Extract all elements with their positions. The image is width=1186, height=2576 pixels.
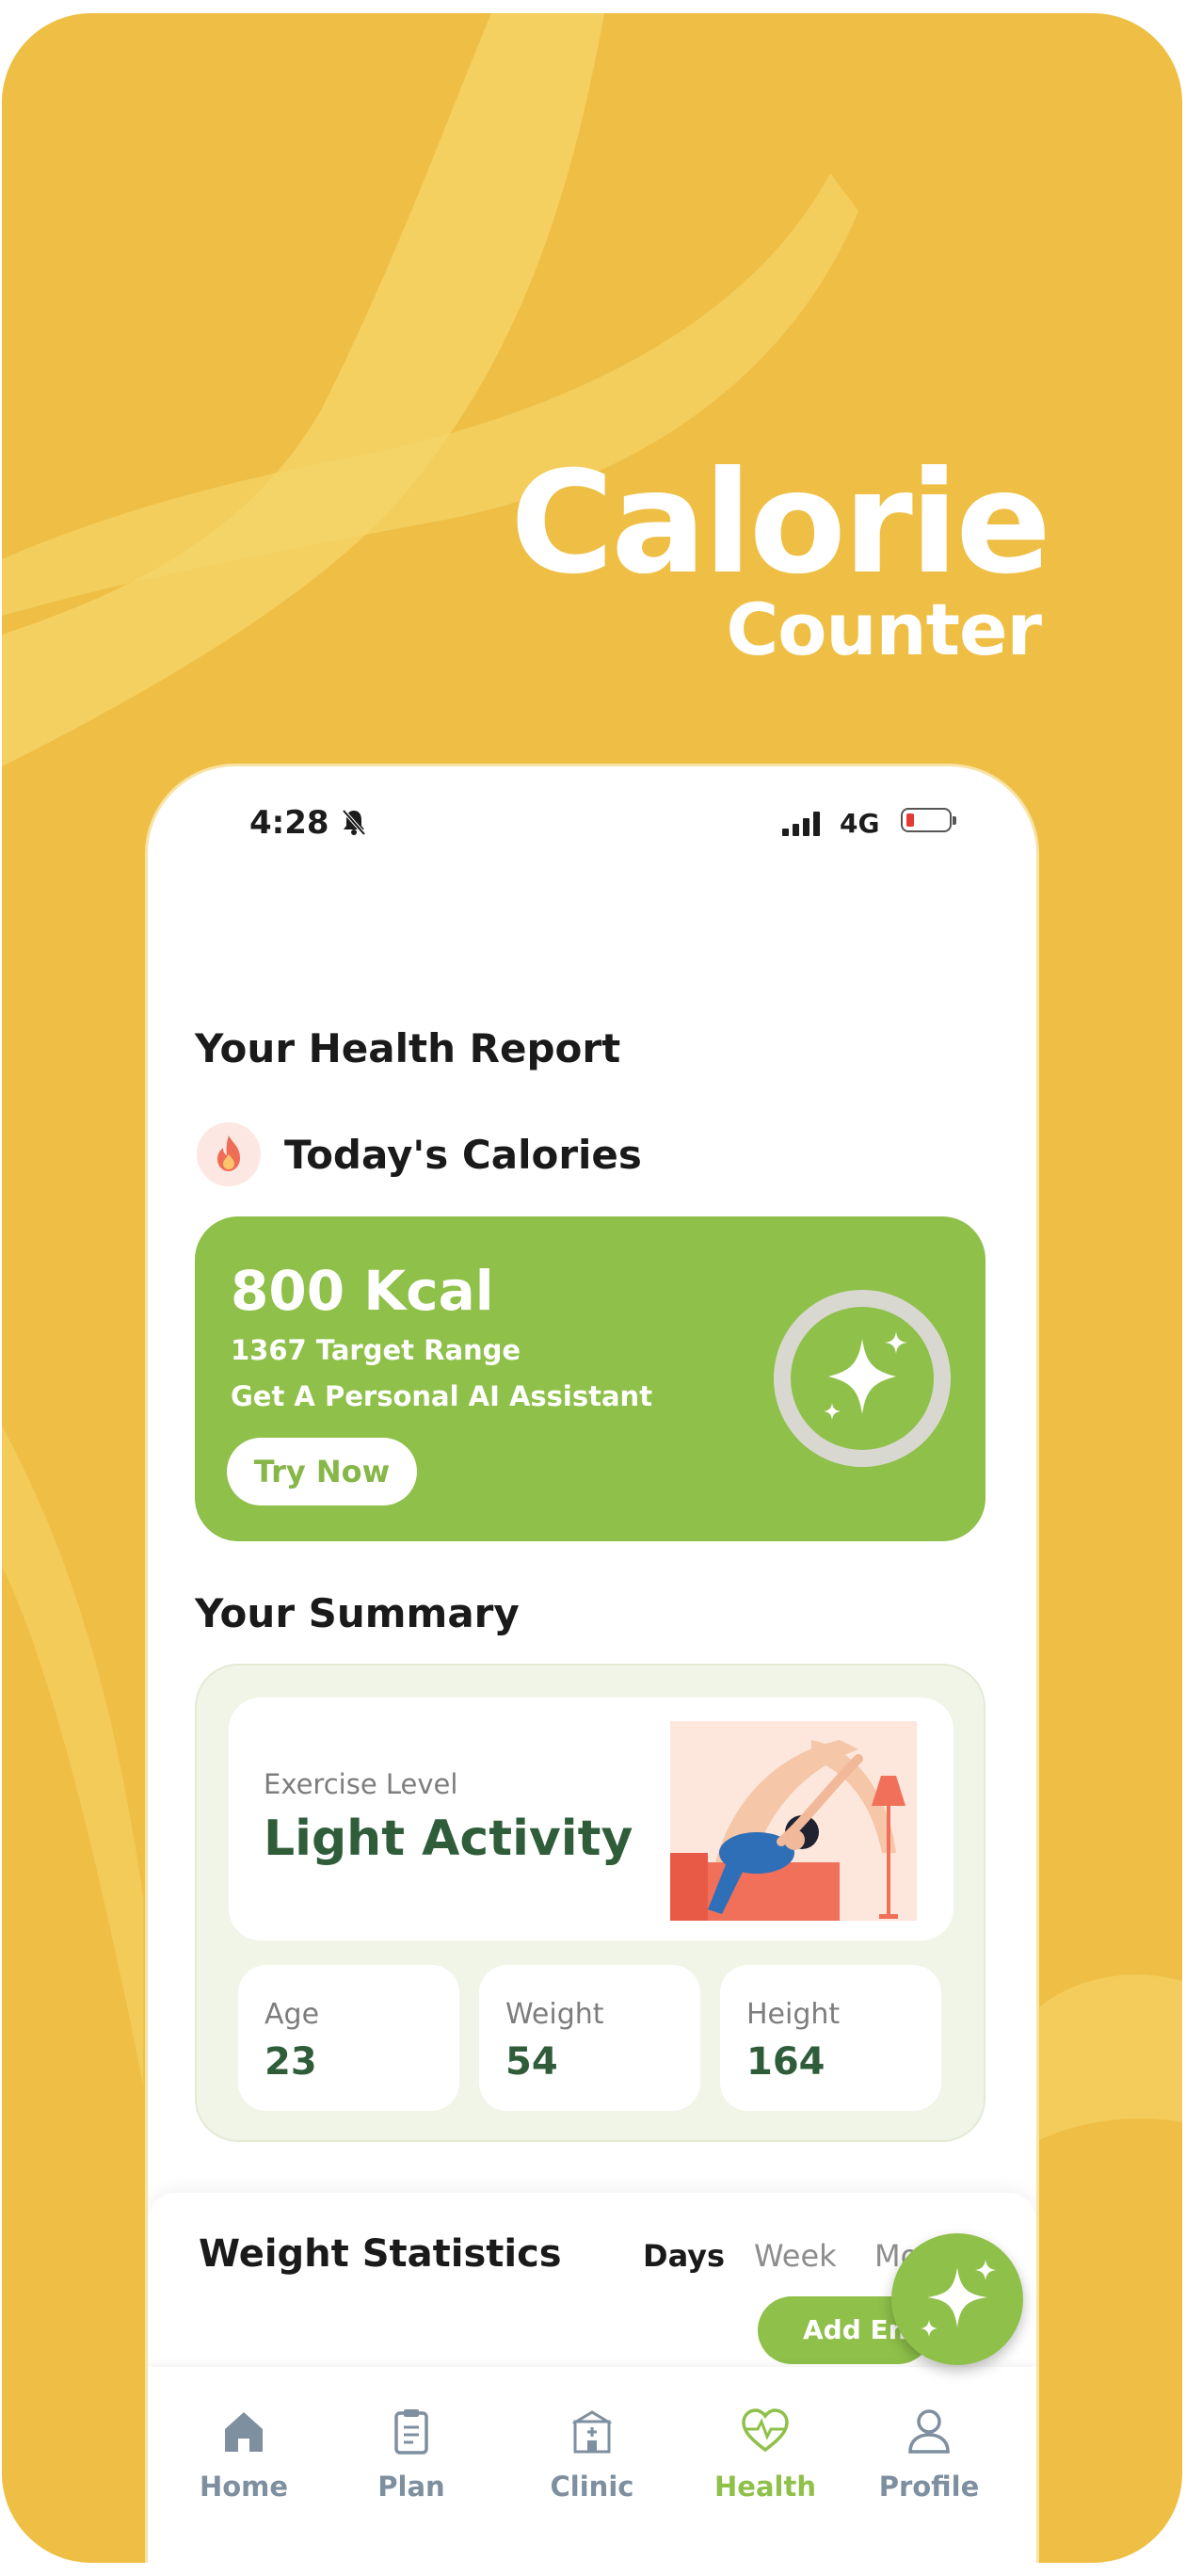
ai-sparkle-icon[interactable] (774, 1290, 951, 1467)
tab-week[interactable]: Week (754, 2238, 837, 2274)
tab-days[interactable]: Days (643, 2238, 725, 2274)
clinic-icon (572, 2410, 612, 2454)
health-report-heading: Your Health Report (195, 1025, 621, 1071)
battery-icon (901, 808, 956, 832)
try-now-button[interactable]: Try Now (227, 1438, 417, 1505)
exercise-level-card: Exercise Level Light Activity (229, 1698, 954, 1940)
heart-pulse-icon (742, 2408, 789, 2453)
weight-statistics-title: Weight Statistics (199, 2232, 562, 2276)
assistant-promo: Get A Personal AI Assistant (231, 1380, 653, 1412)
signal-icon (782, 812, 825, 836)
network-label: 4G (840, 808, 880, 839)
clipboard-icon (394, 2409, 428, 2455)
height-label: Height (746, 1998, 841, 2031)
fire-icon (197, 1122, 261, 1186)
summary-card: Exercise Level Light Activity Age 23 Wei… (195, 1664, 986, 2142)
nav-clinic-label: Clinic (550, 2471, 634, 2503)
nav-profile-label: Profile (878, 2471, 980, 2503)
weight-label: Weight (505, 1998, 604, 2031)
summary-heading: Your Summary (195, 1590, 520, 1636)
status-time: 4:28 (249, 804, 329, 842)
exercise-level-label: Exercise Level (264, 1768, 458, 1800)
target-range: 1367 Target Range (231, 1334, 521, 1366)
kcal-value: 800 Kcal (231, 1259, 494, 1323)
ai-fab-button[interactable] (891, 2233, 1023, 2365)
promo-title: Calorie (510, 442, 1051, 605)
phone-screen: 4:28 4G Your Health Report Today's Calor… (145, 764, 1039, 2563)
weight-value: 54 (505, 2040, 558, 2084)
nav-profile[interactable]: Profile (854, 2405, 1004, 2503)
bottom-nav: Home Plan Clinic Health Profile (148, 2367, 1036, 2563)
bell-muted-icon (341, 808, 367, 844)
promo-subtitle: Counter (726, 588, 1042, 671)
calories-card: 800 Kcal 1367 Target Range Get A Persona… (195, 1216, 986, 1541)
nav-plan[interactable]: Plan (336, 2405, 487, 2503)
home-icon (225, 2412, 263, 2452)
todays-calories-heading: Today's Calories (284, 1132, 642, 1178)
nav-health-label: Health (714, 2471, 816, 2503)
age-label: Age (264, 1998, 320, 2031)
sparkle-icon (921, 2260, 996, 2337)
height-value: 164 (746, 2040, 825, 2084)
promo-background: Calorie Counter 4:28 4G Your Health Repo… (2, 13, 1182, 2563)
nav-home-label: Home (199, 2471, 289, 2503)
nav-plan-label: Plan (377, 2471, 445, 2503)
yoga-illustration (670, 1721, 917, 1921)
height-stat: Height 164 (720, 1965, 941, 2111)
user-icon (908, 2409, 950, 2454)
age-value: 23 (264, 2040, 317, 2084)
exercise-level-value: Light Activity (264, 1811, 633, 1867)
nav-health[interactable]: Health (690, 2405, 841, 2503)
age-stat: Age 23 (238, 1965, 459, 2111)
status-bar: 4:28 4G (148, 804, 1036, 851)
weight-stat: Weight 54 (479, 1965, 700, 2111)
nav-home[interactable]: Home (168, 2405, 319, 2503)
nav-clinic[interactable]: Clinic (517, 2405, 667, 2503)
